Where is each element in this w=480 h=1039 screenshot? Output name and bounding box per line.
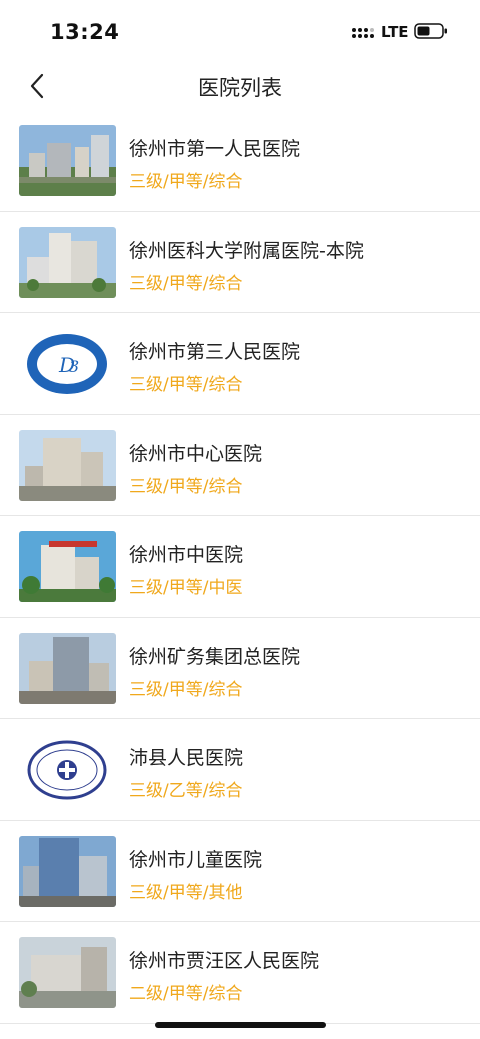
- status-bar: 13:24 LTE: [0, 0, 480, 62]
- hospital-list-item[interactable]: 徐州市儿童医院 三级/甲等/其他: [0, 821, 480, 922]
- hospital-tags: 三级/甲等/综合: [129, 273, 243, 294]
- navigation-bar: 医院列表: [0, 62, 480, 110]
- hospital-name: 徐州市第三人民医院: [129, 341, 301, 363]
- hospital-name: 沛县人民医院: [129, 747, 244, 769]
- hospital-name: 徐州矿务集团总医院: [129, 645, 301, 668]
- network-label: LTE: [381, 23, 409, 41]
- hospital-list-item[interactable]: 徐州市中医院 三级/甲等/中医: [0, 516, 480, 618]
- page-title: 医院列表: [198, 76, 282, 100]
- hospital-photo: [19, 226, 116, 298]
- hospital-photo: [19, 835, 116, 907]
- hospital-name: 徐州市中心医院: [129, 442, 263, 465]
- hospital-tags: 三级/甲等/综合: [129, 172, 243, 192]
- hospital-name: 徐州市贾汪区人民医院: [129, 950, 320, 972]
- hospital-tags: 三级/甲等/中医: [129, 578, 243, 598]
- hospital-list-item[interactable]: 徐州市中心医院 三级/甲等/综合: [0, 415, 480, 516]
- hospital-tags: 三级/甲等/综合: [129, 476, 243, 497]
- hospital-name: 徐州市第一人民医院: [129, 138, 301, 160]
- hospital-name: 徐州医科大学附属医院-本院: [129, 239, 364, 262]
- hospital-list-item[interactable]: 沛县人民医院 三级/乙等/综合: [0, 719, 480, 821]
- hospital-list-item[interactable]: 徐州市第一人民医院 三级/甲等/综合: [0, 110, 480, 212]
- hospital-list-item[interactable]: 徐州市贾汪区人民医院 二级/甲等/综合: [0, 922, 480, 1024]
- hospital-list-item[interactable]: D 3 徐州市第三人民医院 三级/甲等/综合: [0, 313, 480, 415]
- hospital-photo: [19, 531, 116, 602]
- hospital-photo: [19, 125, 116, 196]
- battery-icon: [414, 22, 448, 40]
- hospital-tags: 二级/甲等/综合: [129, 984, 243, 1004]
- hospital-photo: [19, 632, 116, 704]
- hospital-logo: [19, 734, 116, 805]
- hospital-photo: [19, 429, 116, 501]
- hospital-tags: 三级/甲等/其他: [129, 882, 243, 903]
- hospital-name: 徐州市中医院: [129, 544, 244, 566]
- svg-text:3: 3: [69, 357, 79, 376]
- hospital-list-item[interactable]: 徐州矿务集团总医院 三级/甲等/综合: [0, 618, 480, 719]
- hospital-tags: 三级/甲等/综合: [129, 375, 243, 395]
- hospital-list-item[interactable]: 徐州医科大学附属医院-本院 三级/甲等/综合: [0, 212, 480, 313]
- hospital-tags: 三级/甲等/综合: [129, 679, 243, 700]
- status-time: 13:24: [50, 20, 120, 44]
- hospital-photo: [19, 937, 116, 1008]
- hospital-name: 徐州市儿童医院: [129, 848, 263, 871]
- hospital-list: 徐州市第一人民医院 三级/甲等/综合 徐州医科大学附属医院-本院 三级/甲等/综…: [0, 110, 480, 1024]
- cellular-signal-icon: [351, 24, 375, 40]
- hospital-tags: 三级/乙等/综合: [129, 781, 243, 801]
- home-indicator: [155, 1022, 326, 1028]
- hospital-logo: D 3: [19, 328, 116, 399]
